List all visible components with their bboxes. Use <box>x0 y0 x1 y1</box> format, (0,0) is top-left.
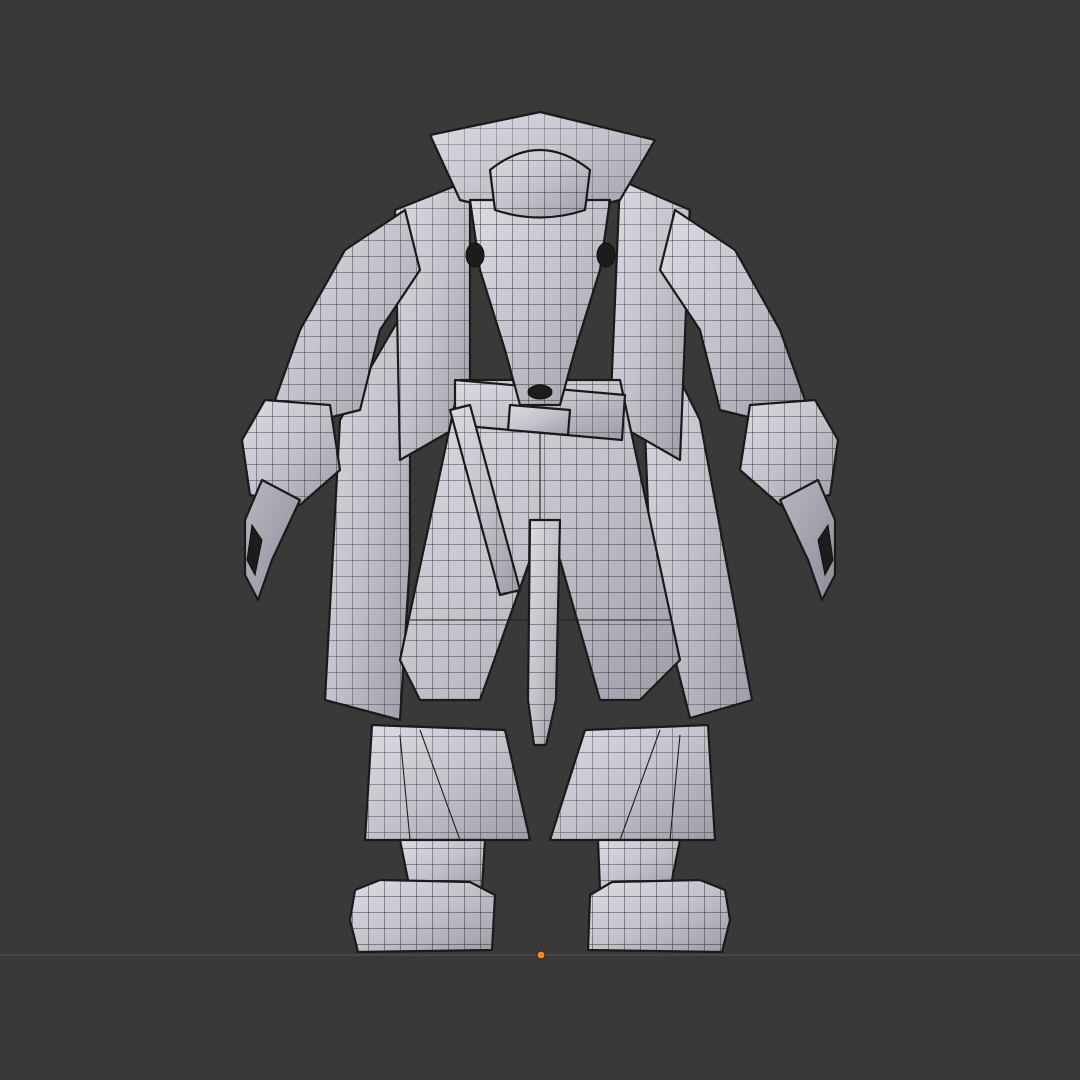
right-boot-cuff[interactable] <box>548 723 717 842</box>
nose-icon <box>527 384 553 400</box>
left-shoe[interactable] <box>348 878 497 954</box>
3d-viewport[interactable] <box>0 0 1080 1080</box>
tail[interactable] <box>526 518 562 747</box>
object-origin-icon[interactable] <box>536 950 546 960</box>
left-eye-icon <box>465 242 485 268</box>
left-boot-cuff[interactable] <box>363 723 532 842</box>
right-eye-icon <box>596 242 616 268</box>
right-shoe[interactable] <box>586 878 732 954</box>
character-mesh[interactable] <box>0 0 1080 1080</box>
